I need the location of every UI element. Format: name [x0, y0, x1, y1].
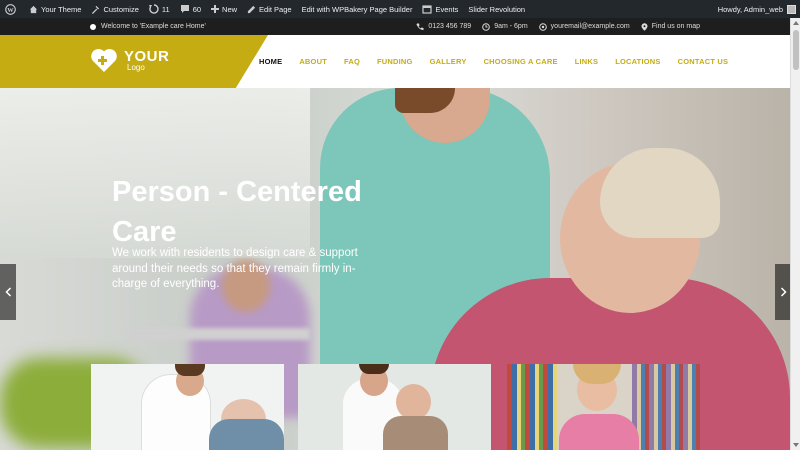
- avatar: [787, 4, 796, 14]
- site-name-label: Your Theme: [41, 4, 82, 14]
- contact-info: 0123 456 789 9am - 6pm youremail@example…: [416, 22, 700, 31]
- wordpress-icon: W: [5, 3, 16, 15]
- phone-number: 0123 456 789: [428, 23, 472, 30]
- svg-text:W: W: [7, 6, 14, 13]
- admin-bar: W Your Theme Customize 11 60 New Edit Pa…: [0, 0, 800, 18]
- comments-link[interactable]: 60: [175, 0, 206, 18]
- scroll-down-icon[interactable]: [793, 443, 799, 447]
- nav-choosing-a-care[interactable]: CHOOSING A CARE: [484, 57, 558, 66]
- nav-home[interactable]: HOME: [259, 57, 282, 66]
- customize-link[interactable]: Customize: [86, 0, 143, 18]
- edit-page-label: Edit Page: [259, 4, 292, 14]
- heart-plus-icon: [91, 48, 117, 72]
- customize-label: Customize: [103, 4, 139, 14]
- wpbakery-label: Edit with WPBakery Page Builder: [301, 4, 413, 14]
- scroll-up-icon[interactable]: [793, 21, 799, 25]
- page: W Your Theme Customize 11 60 New Edit Pa…: [0, 0, 800, 450]
- hours-info: 9am - 6pm: [482, 22, 528, 31]
- elderly-lady-hair: [600, 148, 720, 238]
- slider-label: Slider Revolution: [468, 4, 526, 14]
- top-info-bar: Welcome to 'Example care Home' 0123 456 …: [0, 18, 790, 35]
- wordpress-menu[interactable]: W: [0, 0, 24, 18]
- site-name-menu[interactable]: Your Theme: [24, 0, 86, 18]
- nav-about[interactable]: ABOUT: [299, 57, 327, 66]
- chevron-left-icon: [4, 287, 11, 297]
- nav-funding[interactable]: FUNDING: [377, 57, 413, 66]
- photo-card-1[interactable]: [91, 364, 284, 450]
- comments-count: 60: [192, 4, 202, 14]
- scrollbar-thumb[interactable]: [793, 30, 799, 70]
- home-icon: [29, 5, 38, 13]
- slider-prev-button[interactable]: [0, 264, 16, 320]
- email-address: youremail@example.com: [550, 23, 630, 30]
- background-walker: [130, 328, 310, 340]
- welcome-message: Welcome to 'Example care Home': [90, 23, 206, 30]
- new-label: New: [222, 4, 238, 14]
- photo-card-2[interactable]: [298, 364, 491, 450]
- events-menu[interactable]: Events: [417, 0, 463, 18]
- new-menu[interactable]: New: [206, 0, 242, 18]
- nav-gallery[interactable]: GALLERY: [430, 57, 467, 66]
- comments-icon: [180, 5, 189, 13]
- hours-text: 9am - 6pm: [494, 23, 528, 30]
- bullet-icon: [90, 23, 96, 30]
- page-scrollbar[interactable]: [790, 18, 800, 450]
- wpbakery-link[interactable]: Edit with WPBakery Page Builder: [297, 0, 418, 18]
- email-icon: [538, 22, 547, 31]
- logo-title: YOUR: [124, 47, 170, 65]
- welcome-text: Welcome to 'Example care Home': [101, 23, 206, 30]
- main-nav: HOME ABOUT FAQ FUNDING GALLERY CHOOSING …: [259, 35, 745, 88]
- edit-icon: [247, 5, 256, 13]
- photo-card-3[interactable]: [507, 364, 700, 450]
- site-logo[interactable]: YOUR Logo: [90, 47, 169, 73]
- updates-link[interactable]: 11: [144, 0, 175, 18]
- nav-faq[interactable]: FAQ: [344, 57, 360, 66]
- events-label: Events: [435, 4, 459, 14]
- hero-text: We work with residents to design care & …: [112, 247, 358, 290]
- nav-links[interactable]: LINKS: [575, 57, 599, 66]
- email-contact[interactable]: youremail@example.com: [538, 22, 630, 31]
- chevron-right-icon: [780, 287, 787, 297]
- map-pin-icon: [641, 22, 648, 31]
- logo-text: YOUR Logo: [124, 49, 169, 72]
- phone-icon: [416, 23, 424, 30]
- slider-next-button[interactable]: [775, 264, 790, 320]
- slider-revolution-menu[interactable]: Slider Revolution: [463, 0, 530, 18]
- howdy-label: Howdy, Admin_web: [717, 4, 783, 14]
- site-header: YOUR Logo HOME ABOUT FAQ FUNDING GALLERY…: [0, 35, 790, 88]
- nav-locations[interactable]: LOCATIONS: [615, 57, 660, 66]
- plus-icon: [211, 5, 220, 13]
- phone-contact[interactable]: 0123 456 789: [416, 23, 471, 31]
- edit-page-link[interactable]: Edit Page: [242, 0, 297, 18]
- calendar-icon: [422, 5, 433, 14]
- hero-title: Person - Centered Care: [112, 176, 362, 248]
- updates-count: 11: [161, 4, 170, 14]
- hero-slider: Person - Centered Care We work with resi…: [0, 88, 790, 450]
- map-link[interactable]: Find us on map: [641, 22, 700, 31]
- account-menu[interactable]: Howdy, Admin_web: [717, 4, 800, 14]
- clock-icon: [482, 22, 491, 31]
- customize-icon: [92, 5, 100, 14]
- map-text: Find us on map: [651, 23, 700, 30]
- logo-subtitle: Logo: [127, 62, 145, 72]
- nav-contact-us[interactable]: CONTACT US: [678, 57, 729, 66]
- updates-icon: [148, 4, 159, 14]
